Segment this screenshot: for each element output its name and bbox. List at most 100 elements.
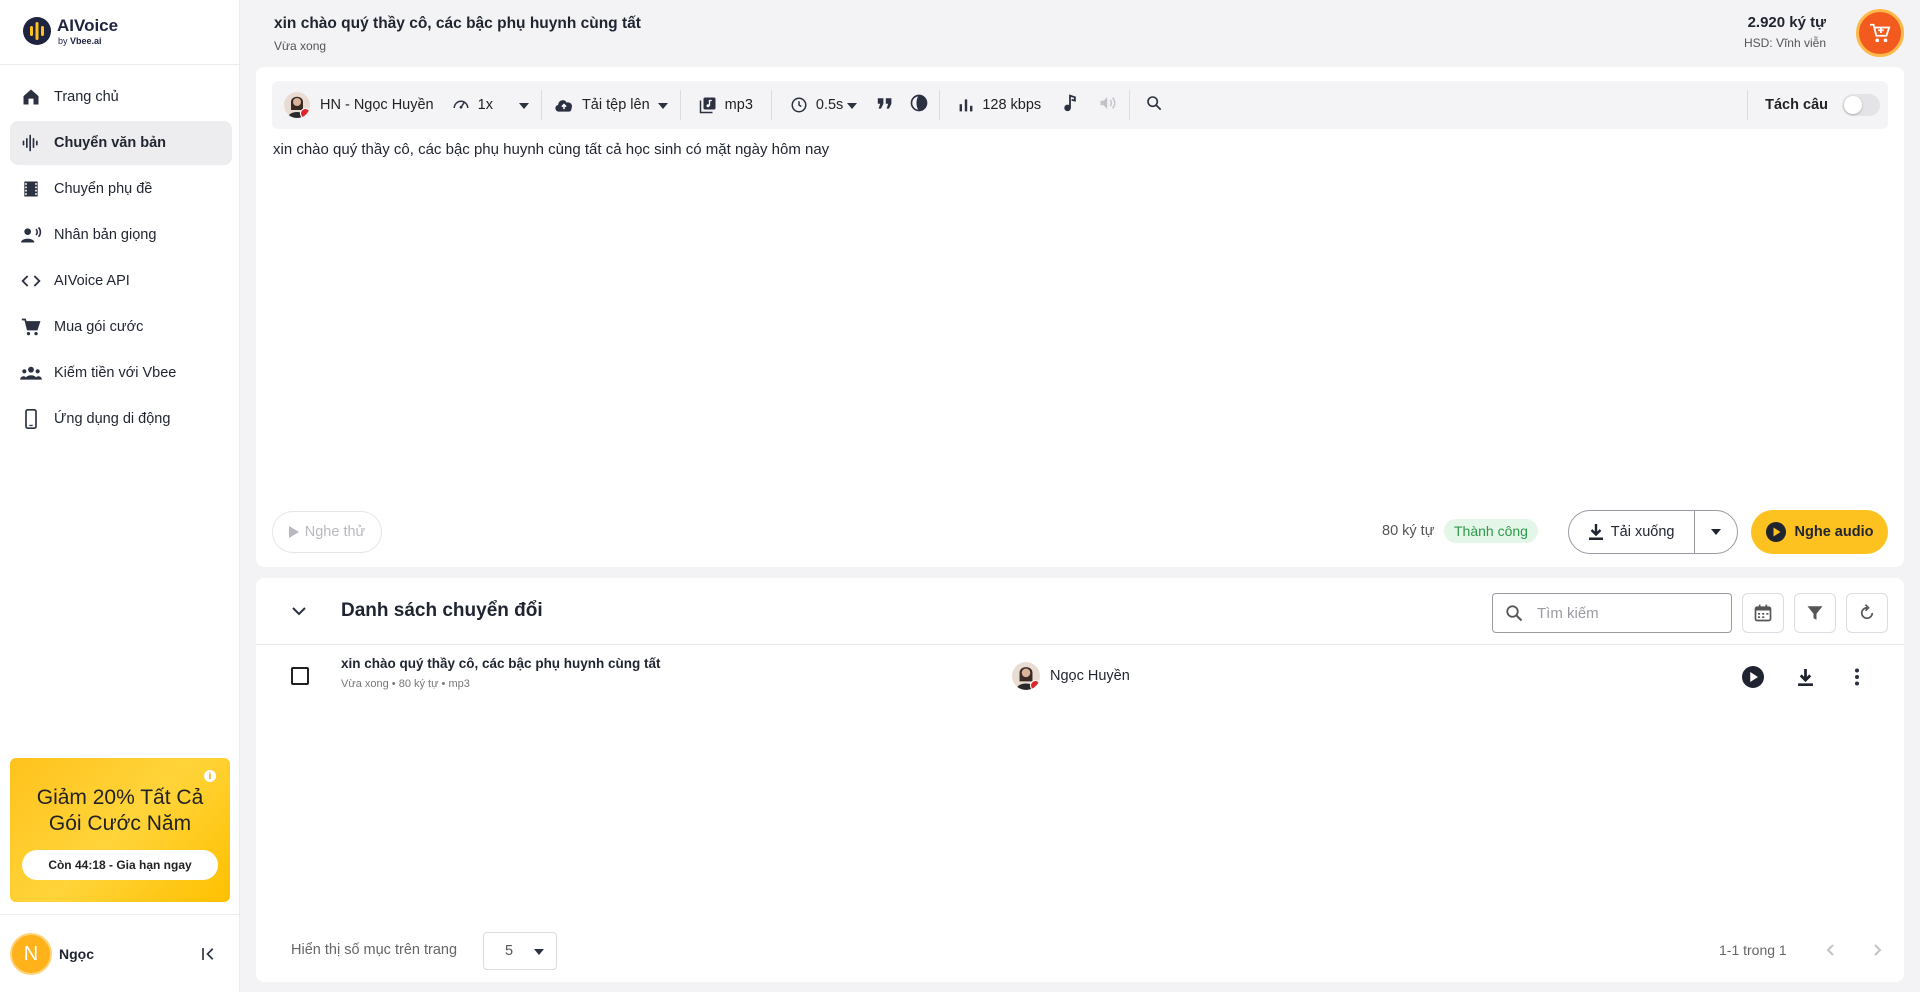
refresh-button[interactable] <box>1846 593 1888 633</box>
prev-page-button[interactable] <box>1812 932 1848 968</box>
sidebar-item-subtitles[interactable]: Chuyển phụ đề <box>10 167 232 211</box>
preview-button[interactable]: Nghe thử <box>272 511 382 553</box>
avatar[interactable]: N <box>10 933 52 975</box>
sidebar-item-earn[interactable]: Kiếm tiền với Vbee <box>10 351 232 395</box>
next-page-button[interactable] <box>1860 932 1896 968</box>
preview-label: Nghe thử <box>304 524 366 540</box>
user-name[interactable]: Ngọc <box>59 946 94 962</box>
quote-button[interactable] <box>869 81 901 129</box>
voice-selector[interactable]: HN - Ngọc Huyền <box>272 81 446 129</box>
row-more-button[interactable] <box>1845 665 1869 689</box>
search-icon <box>1506 605 1523 622</box>
bar-chart-icon <box>958 97 974 113</box>
editor-card: HN - Ngọc Huyền 1x Tải tệp lên mp3 0.5s … <box>256 67 1904 567</box>
quote-icon <box>877 96 893 114</box>
credits-expiry: HSD: Vĩnh viễn <box>1743 36 1826 50</box>
download-options-button[interactable] <box>1695 529 1737 535</box>
voice-avatar <box>1012 662 1040 690</box>
promo-title: Giảm 20% Tất Cả Gói Cước Năm <box>10 785 230 837</box>
filter-button[interactable] <box>1794 593 1836 633</box>
sidebar-item-home[interactable]: Trang chủ <box>10 75 232 119</box>
row-meta: Vừa xong • 80 ký tự • mp3 <box>341 678 470 690</box>
upload-button[interactable]: Tải tệp lên <box>542 81 680 129</box>
pause-value: 0.5s <box>815 97 844 113</box>
sidebar-item-label: AIVoice API <box>54 273 130 289</box>
people-icon <box>20 362 42 384</box>
search-icon <box>1146 95 1162 115</box>
sidebar-item-label: Ứng dụng di động <box>54 411 171 427</box>
sidebar-item-mobile-app[interactable]: Ứng dụng di động <box>10 397 232 441</box>
credits-count: 2.920 ký tự <box>1747 14 1826 31</box>
app-logo[interactable]: AIVoice by Vbee.ai <box>22 14 142 54</box>
conversion-list-card: Danh sách chuyển đổi Tìm kiếm xin chào q… <box>256 578 1904 982</box>
row-title: xin chào quý thầy cô, các bậc phụ huynh … <box>341 656 661 671</box>
vietnam-flag-icon <box>300 108 310 118</box>
play-icon <box>288 526 299 538</box>
emotion-button[interactable] <box>901 81 939 129</box>
per-page-label: Hiển thị số mục trên trang <box>291 942 458 958</box>
row-play-button[interactable] <box>1741 665 1765 689</box>
waveform-icon <box>20 132 42 154</box>
split-sentence-toggle-group: Tách câu <box>1747 90 1888 120</box>
info-icon[interactable]: i <box>204 770 216 782</box>
user-profile: N Ngọc <box>0 914 240 992</box>
list-title: Danh sách chuyển đổi <box>341 600 543 621</box>
format-selector[interactable]: mp3 <box>681 81 771 129</box>
sidebar-item-label: Kiếm tiền với Vbee <box>54 365 177 381</box>
pause-selector[interactable]: 0.5s <box>772 81 869 129</box>
download-label: Tải xuống <box>1610 524 1675 540</box>
sidebar-item-api[interactable]: AIVoice API <box>10 259 232 303</box>
voice-avatar <box>284 92 310 118</box>
page-title: xin chào quý thầy cô, các bậc phụ huynh … <box>274 15 641 32</box>
chevron-left-icon <box>1826 944 1834 956</box>
sidebar-item-label: Chuyển phụ đề <box>54 181 153 197</box>
search-placeholder: Tìm kiếm <box>1537 604 1599 622</box>
per-page-select[interactable]: 5 <box>483 932 557 970</box>
promo-title-line2: Gói Cước Năm <box>48 812 192 835</box>
char-count: 80 ký tự <box>1382 523 1435 539</box>
sidebar-item-voice-clone[interactable]: Nhân bản giọng <box>10 213 232 257</box>
collapse-chevron-icon[interactable] <box>292 606 306 616</box>
sidebar-item-label: Nhân bản giọng <box>54 227 157 243</box>
listen-audio-button[interactable]: Nghe audio <box>1751 510 1888 554</box>
logo-by: by Vbee.ai <box>58 36 102 46</box>
row-checkbox[interactable] <box>291 667 309 685</box>
row-download-button[interactable] <box>1793 665 1817 689</box>
split-sentence-toggle[interactable] <box>1842 94 1880 116</box>
bitrate-selector[interactable]: 128 kbps <box>940 81 1053 129</box>
speed-selector[interactable]: 1x <box>446 81 541 129</box>
sidebar-item-text-to-speech[interactable]: Chuyển văn bản <box>10 121 232 165</box>
home-icon <box>20 86 42 108</box>
row-time: Vừa xong <box>341 678 389 690</box>
sidebar-item-label: Trang chủ <box>54 89 119 105</box>
sidebar-nav: Trang chủ Chuyển văn bản Chuyển phụ đề N… <box>10 75 232 443</box>
chevron-down-icon <box>657 97 668 113</box>
sidebar-item-label: Chuyển văn bản <box>54 135 166 151</box>
volume-button[interactable] <box>1087 81 1129 129</box>
audio-file-icon <box>699 96 717 114</box>
upload-label: Tải tệp lên <box>581 97 650 113</box>
editor-textarea[interactable]: xin chào quý thầy cô, các bậc phụ huynh … <box>273 141 829 158</box>
search-text-button[interactable] <box>1130 81 1178 129</box>
refresh-icon <box>1860 604 1874 620</box>
download-button[interactable]: Tải xuống <box>1569 511 1696 553</box>
chevron-down-icon <box>847 97 858 113</box>
sidebar-item-buy-package[interactable]: Mua gói cước <box>10 305 232 349</box>
date-filter-button[interactable] <box>1742 593 1784 633</box>
chevron-down-icon <box>518 97 529 113</box>
editor-toolbar: HN - Ngọc Huyền 1x Tải tệp lên mp3 0.5s … <box>272 81 1888 129</box>
cart-button[interactable] <box>1856 9 1904 57</box>
code-icon <box>20 270 42 292</box>
music-button[interactable] <box>1053 81 1087 129</box>
chevron-down-icon <box>534 949 544 955</box>
collapse-sidebar-icon[interactable] <box>200 945 218 963</box>
search-input[interactable]: Tìm kiếm <box>1492 593 1732 633</box>
page-info: 1-1 trong 1 <box>1719 942 1787 958</box>
promo-banner[interactable]: i Giảm 20% Tất Cả Gói Cước Năm Còn 44:18… <box>10 758 230 902</box>
cloud-upload-icon <box>554 97 574 113</box>
table-row[interactable]: xin chào quý thầy cô, các bậc phụ huynh … <box>256 645 1904 705</box>
promo-renew-button[interactable]: Còn 44:18 - Gia hạn ngay <box>22 850 218 880</box>
play-circle-icon <box>1742 666 1764 688</box>
chevron-down-icon <box>1711 529 1722 535</box>
filter-icon <box>1807 606 1823 620</box>
